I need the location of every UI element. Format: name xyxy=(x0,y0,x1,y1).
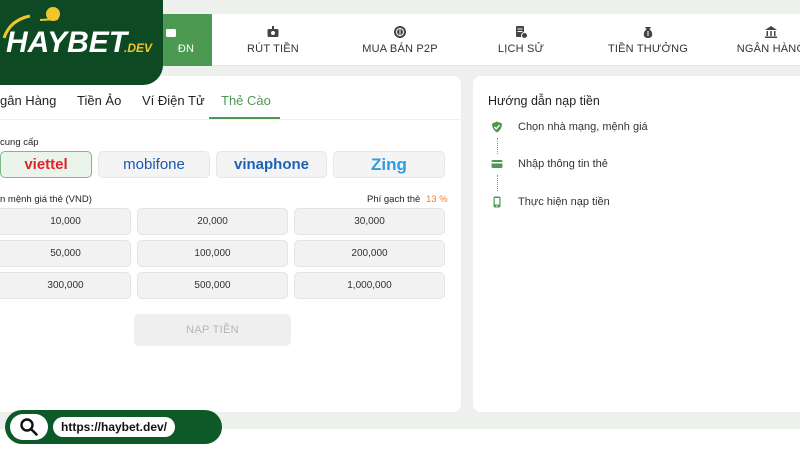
haybet-logo-graphic: HAYBET .DEV xyxy=(2,7,153,59)
tab-divider xyxy=(0,119,461,120)
amount-value: 30,000 xyxy=(354,216,385,227)
amount-value: 1,000,000 xyxy=(347,280,392,291)
guide-step-label: Nhập thông tin thẻ xyxy=(518,158,608,170)
amount-option[interactable]: 500,000 xyxy=(137,272,288,299)
nav-tab-p2p[interactable]: MUA BÁN P2P xyxy=(350,14,450,66)
tab-crypto[interactable]: Tiền Ảo xyxy=(77,93,121,108)
guide-step-label: Chọn nhà mạng, mệnh giá xyxy=(518,121,648,133)
url-badge[interactable]: https://haybet.dev/ xyxy=(5,410,222,444)
url-text: https://haybet.dev/ xyxy=(53,417,176,437)
guide-title: Hướng dẫn nạp tiền xyxy=(488,94,600,108)
amount-value: 200,000 xyxy=(351,248,388,259)
guide-step: Thực hiện nạp tiền xyxy=(491,194,610,210)
amount-value: 20,000 xyxy=(197,216,228,227)
amount-option[interactable]: 300,000 xyxy=(0,272,131,299)
provider-label-text: vinaphone xyxy=(233,156,309,173)
provider-label-text: Zing xyxy=(371,154,407,174)
guide-step: Chọn nhà mạng, mệnh giá xyxy=(491,119,648,135)
phone-icon xyxy=(493,196,501,208)
provider-label-text: viettel xyxy=(24,156,68,173)
logo-suffix: .DEV xyxy=(124,41,153,55)
nav-tab-label: TIỀN THƯỞNG xyxy=(607,43,689,55)
nav-tab-bonus[interactable]: TIỀN THƯỞNG xyxy=(598,14,698,66)
nav-tab-label: NGÂN HÀNG xyxy=(736,43,800,55)
coin-icon xyxy=(394,26,406,38)
active-tab-indicator xyxy=(209,117,280,119)
amount-option[interactable]: 1,000,000 xyxy=(294,272,445,299)
nav-tab-bank[interactable]: NGÂN HÀNG xyxy=(726,14,800,66)
search-icon xyxy=(10,414,48,440)
provider-mobifone-button[interactable]: mobifone xyxy=(98,151,210,178)
deposit-guide-panel: Hướng dẫn nạp tiền Chọn nhà mạng, mệnh g… xyxy=(473,76,800,412)
brand-logo: HAYBET .DEV xyxy=(0,0,163,85)
amount-option[interactable]: 100,000 xyxy=(137,240,288,267)
amount-value: 500,000 xyxy=(194,280,231,291)
deposit-submit-button[interactable]: NẠP TIỀN xyxy=(134,314,291,346)
card-icon xyxy=(491,160,503,168)
shield-check-icon xyxy=(492,121,502,133)
provider-label-text: mobifone xyxy=(123,156,185,173)
amount-value: 100,000 xyxy=(194,248,231,259)
amount-option[interactable]: 30,000 xyxy=(294,208,445,235)
amount-option[interactable]: 10,000 xyxy=(0,208,131,235)
provider-zing-button[interactable]: Zing xyxy=(333,151,445,178)
logo-text: HAYBET xyxy=(6,26,130,59)
amount-option[interactable]: 50,000 xyxy=(0,240,131,267)
history-icon xyxy=(516,26,528,39)
tab-e-wallet[interactable]: Ví Điện Tử xyxy=(142,93,205,108)
fee-value: 13 % xyxy=(426,194,448,205)
fee-label: Phí gạch thẻ xyxy=(367,194,421,205)
amount-value: 300,000 xyxy=(47,280,84,291)
guide-step: Nhập thông tin thẻ xyxy=(491,156,608,172)
bank-icon xyxy=(765,26,777,38)
provider-label: cung cấp xyxy=(0,137,39,148)
nav-tab-history[interactable]: LỊCH SỬ xyxy=(480,14,562,66)
nav-tab-withdraw[interactable]: RÚT TIỀN xyxy=(232,14,314,66)
nav-tab-label: RÚT TIỀN xyxy=(247,43,299,55)
tab-scratch-card[interactable]: Thẻ Cào xyxy=(221,93,271,108)
amount-value: 50,000 xyxy=(50,248,81,259)
provider-viettel-button[interactable]: viettel xyxy=(0,151,92,178)
step-connector xyxy=(497,138,498,154)
withdraw-icon xyxy=(267,26,279,37)
deposit-icon xyxy=(166,29,176,37)
guide-step-label: Thực hiện nạp tiền xyxy=(518,196,610,208)
provider-vinaphone-button[interactable]: vinaphone xyxy=(216,151,327,178)
money-bag-icon xyxy=(643,27,653,38)
tab-bank[interactable]: gân Hàng xyxy=(0,93,56,108)
submit-label: NẠP TIỀN xyxy=(186,324,239,336)
nav-tab-label: LỊCH SỬ xyxy=(497,43,545,55)
step-connector xyxy=(497,175,498,191)
amount-option[interactable]: 20,000 xyxy=(137,208,288,235)
amount-option[interactable]: 200,000 xyxy=(294,240,445,267)
amount-label: n mệnh giá thẻ (VND) xyxy=(0,194,92,205)
nav-tab-label: MUA BÁN P2P xyxy=(362,43,438,55)
deposit-form-panel: gân Hàng Tiền Ảo Ví Điện Tử Thẻ Cào cung… xyxy=(0,76,461,412)
amount-value: 10,000 xyxy=(50,216,81,227)
